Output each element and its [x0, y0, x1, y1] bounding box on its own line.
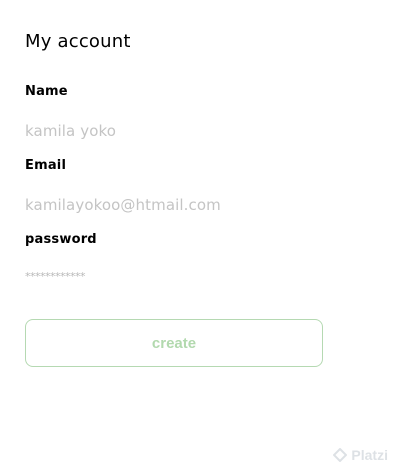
create-button[interactable]: create	[25, 319, 323, 367]
platzi-logo-icon	[333, 448, 348, 462]
my-account-screen: My account Name kamila yoko Email kamila…	[0, 0, 394, 471]
create-button-label: create	[151, 334, 197, 352]
name-value: kamila yoko	[25, 122, 117, 140]
email-value: kamilayokoo@htmail.com	[25, 196, 221, 214]
password-label: password	[25, 232, 97, 247]
watermark-text: Platzi	[351, 447, 388, 463]
email-label: Email	[25, 158, 67, 173]
page-title: My account	[25, 31, 131, 52]
name-label: Name	[25, 84, 68, 99]
password-value: ************	[25, 270, 86, 283]
platzi-watermark: Platzi	[333, 447, 388, 463]
